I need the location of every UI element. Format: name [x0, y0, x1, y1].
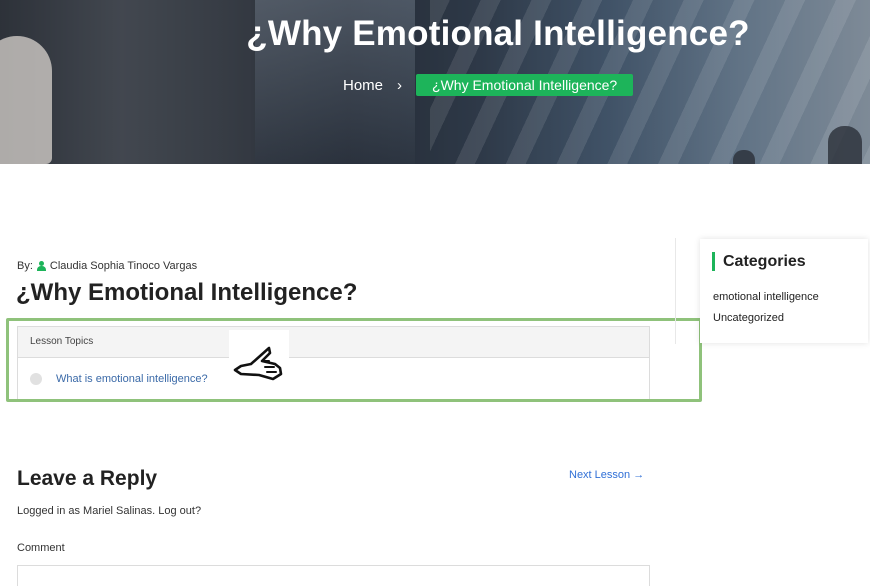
post-title: ¿Why Emotional Intelligence?: [16, 279, 358, 306]
pointer-hand-icon: [229, 330, 289, 394]
hero-bg-person: [828, 126, 862, 164]
annotation-highlight-box: [6, 318, 702, 402]
chevron-right-icon: ›: [397, 76, 403, 94]
category-link[interactable]: emotional intelligence: [713, 291, 819, 303]
sidebar-categories: Categories emotional intelligence Uncate…: [700, 239, 868, 343]
logged-in-text[interactable]: Logged in as Mariel Salinas. Log out?: [17, 505, 201, 517]
breadcrumb: Home › ¿Why Emotional Intelligence?: [343, 73, 634, 97]
categories-title: Categories: [712, 252, 806, 271]
content-divider: [675, 238, 676, 344]
next-lesson-link[interactable]: Next Lesson →: [569, 469, 644, 481]
post-byline: By: Claudia Sophia Tinoco Vargas: [17, 260, 197, 272]
category-link[interactable]: Uncategorized: [713, 312, 784, 324]
breadcrumb-current: ¿Why Emotional Intelligence?: [416, 74, 634, 96]
hero-bg-person: [0, 36, 52, 164]
comment-textarea[interactable]: [17, 565, 650, 586]
author-name[interactable]: Claudia Sophia Tinoco Vargas: [50, 260, 197, 272]
reply-title: Leave a Reply: [17, 467, 158, 490]
hero-bg-person: [733, 150, 755, 164]
by-label: By:: [17, 260, 33, 272]
hero-title: ¿Why Emotional Intelligence?: [246, 14, 750, 53]
comment-label: Comment: [17, 542, 65, 554]
breadcrumb-home-link[interactable]: Home: [343, 77, 383, 94]
user-icon: [36, 261, 46, 271]
